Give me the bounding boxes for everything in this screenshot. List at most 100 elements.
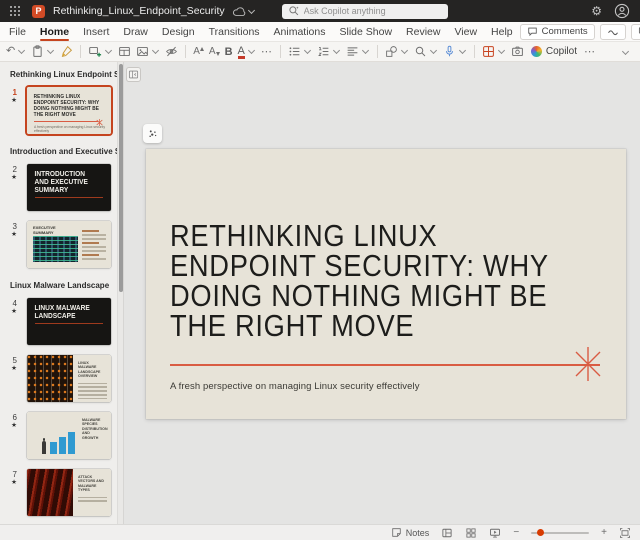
slide-divider-line[interactable] (170, 364, 600, 366)
paste-button[interactable] (29, 43, 57, 60)
undo-chevron-icon[interactable] (18, 47, 25, 54)
dictate-button[interactable] (441, 43, 469, 60)
status-bar: Notes − + (0, 524, 640, 540)
new-slide-button[interactable] (86, 43, 115, 60)
slide-thumbnail-4[interactable]: LINUX MALWARE LANDSCAPE (27, 298, 111, 345)
shrink-font-button[interactable]: A (207, 43, 222, 60)
menu-slide-show[interactable]: Slide Show (333, 22, 400, 42)
collapse-ribbon-button[interactable] (620, 46, 636, 57)
magnifier-icon (414, 45, 427, 58)
transition-star-icon: ★ (0, 422, 17, 430)
designer-chevron-icon[interactable] (498, 47, 505, 54)
comments-button[interactable]: Comments (520, 24, 595, 40)
undo-button[interactable]: ↶ (4, 43, 28, 60)
slide-thumbnail-2[interactable]: INTRODUCTION AND EXECUTIVE SUMMARY (27, 164, 111, 211)
more-font-options-button[interactable]: ⋯ (259, 43, 275, 60)
menu-review[interactable]: Review (399, 22, 447, 42)
squiggle-icon (607, 27, 619, 37)
designer-sparkle-button[interactable] (143, 124, 162, 143)
slide-thumbnail-6[interactable]: MALWARE SPECIES DISTRIBUTION AND GROWTH (27, 412, 111, 459)
hide-slide-button[interactable] (163, 43, 180, 60)
slide-title[interactable]: RETHINKING LINUX ENDPOINT SECURITY: WHY … (170, 221, 549, 341)
layout-button[interactable] (116, 43, 133, 60)
slide-number: 7 (0, 470, 17, 479)
menu-draw[interactable]: Draw (116, 22, 155, 42)
find-chevron-icon[interactable] (430, 47, 437, 54)
section-header[interactable]: Rethinking Linux Endpoint Secu (0, 62, 117, 84)
menu-help[interactable]: Help (484, 22, 520, 42)
slide-number: 2 (0, 165, 17, 174)
shapes-button[interactable] (383, 43, 411, 60)
normal-view-button[interactable] (441, 527, 453, 539)
thumbnail-row-7: 7 ★ ATTACK VECTORS AND MALWARE TYPES (0, 469, 117, 516)
powerpoint-logo-icon[interactable]: P (32, 5, 45, 18)
settings-gear-icon[interactable]: ⚙ (591, 4, 602, 18)
designer-button[interactable] (480, 43, 508, 60)
menu-insert[interactable]: Insert (76, 22, 116, 42)
paste-chevron-icon[interactable] (47, 47, 54, 54)
slide-thumbnail-7[interactable]: ATTACK VECTORS AND MALWARE TYPES (27, 469, 111, 516)
menu-transitions[interactable]: Transitions (202, 22, 267, 42)
menu-animations[interactable]: Animations (267, 22, 333, 42)
account-avatar-icon[interactable] (614, 3, 630, 19)
align-text-button[interactable] (344, 43, 372, 60)
thumbnail-row-1: 1 ★ RETHINKING LINUX ENDPOINT SECURITY: … (0, 87, 117, 134)
menu-design[interactable]: Design (155, 22, 202, 42)
font-color-chevron-icon[interactable] (248, 47, 255, 54)
shapes-chevron-icon[interactable] (401, 47, 408, 54)
slideshow-button[interactable] (489, 527, 501, 539)
search-icon (288, 5, 300, 17)
slide-thumbnail-1[interactable]: RETHINKING LINUX ENDPOINT SECURITY: WHY … (27, 87, 111, 134)
collapse-thumbnails-button[interactable] (126, 67, 141, 82)
scrollbar-thumb[interactable] (119, 64, 123, 292)
thumbnail-row-6: 6 ★ MALWARE SPECIES DISTRIBUTION AND GRO… (0, 412, 117, 459)
format-painter-button[interactable] (58, 43, 75, 60)
slide-subtitle[interactable]: A fresh perspective on managing Linux se… (170, 381, 420, 392)
normal-view-icon (441, 527, 453, 539)
menu-view[interactable]: View (447, 22, 484, 42)
screenshot-button[interactable] (509, 43, 526, 60)
zoom-slider-handle[interactable] (537, 529, 544, 536)
align-chevron-icon[interactable] (362, 47, 369, 54)
menu-home[interactable]: Home (33, 22, 76, 42)
fit-slide-button[interactable] (619, 527, 631, 539)
numbering-chevron-icon[interactable] (333, 47, 340, 54)
slide-sorter-button[interactable] (465, 527, 477, 539)
new-slide-chevron-icon[interactable] (105, 47, 112, 54)
current-slide[interactable]: RETHINKING LINUX ENDPOINT SECURITY: WHY … (146, 149, 626, 419)
section-header[interactable]: Linux Malware Landscape (0, 268, 117, 295)
picture-button[interactable] (134, 43, 162, 60)
search-input[interactable] (304, 6, 442, 16)
notes-button[interactable]: Notes (391, 527, 430, 538)
find-button[interactable] (412, 43, 440, 60)
section-header[interactable]: Introduction and Executive Su (0, 134, 117, 161)
bullet-list-icon (288, 45, 301, 58)
thumbnail-scrollbar[interactable] (117, 62, 124, 524)
zoom-slider[interactable] (531, 532, 589, 534)
zoom-in-button[interactable]: + (601, 528, 607, 538)
present-button[interactable]: Present (631, 24, 640, 40)
catch-up-button[interactable] (600, 24, 626, 40)
layout-icon (118, 45, 131, 58)
grow-font-button[interactable]: A (191, 43, 206, 60)
thumb-title: MALWARE SPECIES DISTRIBUTION AND GROWTH (82, 418, 107, 440)
asterisk-decoration-icon[interactable] (570, 346, 606, 382)
bullets-chevron-icon[interactable] (304, 47, 311, 54)
dictate-chevron-icon[interactable] (459, 47, 466, 54)
title-chevron-down-icon[interactable] (248, 6, 255, 13)
picture-chevron-icon[interactable] (152, 47, 159, 54)
slide-thumbnail-3[interactable]: EXECUTIVE SUMMARY (27, 221, 111, 268)
document-title[interactable]: Rethinking_Linux_Endpoint_Security (53, 5, 225, 17)
copilot-search[interactable] (282, 4, 448, 19)
transition-star-icon: ★ (0, 97, 17, 105)
bullets-button[interactable] (286, 43, 314, 60)
bold-button[interactable]: B (223, 43, 235, 60)
numbering-button[interactable] (315, 43, 343, 60)
menu-file[interactable]: File (2, 22, 33, 42)
copilot-button[interactable]: Copilot (527, 43, 581, 60)
zoom-out-button[interactable]: − (513, 528, 519, 538)
font-color-button[interactable]: A (236, 43, 258, 60)
ribbon-more-button[interactable]: ⋯ (582, 43, 598, 60)
slide-thumbnail-5[interactable]: LINUX MALWARE LANDSCAPE OVERVIEW (27, 355, 111, 402)
app-launcher-icon[interactable] (10, 6, 20, 16)
